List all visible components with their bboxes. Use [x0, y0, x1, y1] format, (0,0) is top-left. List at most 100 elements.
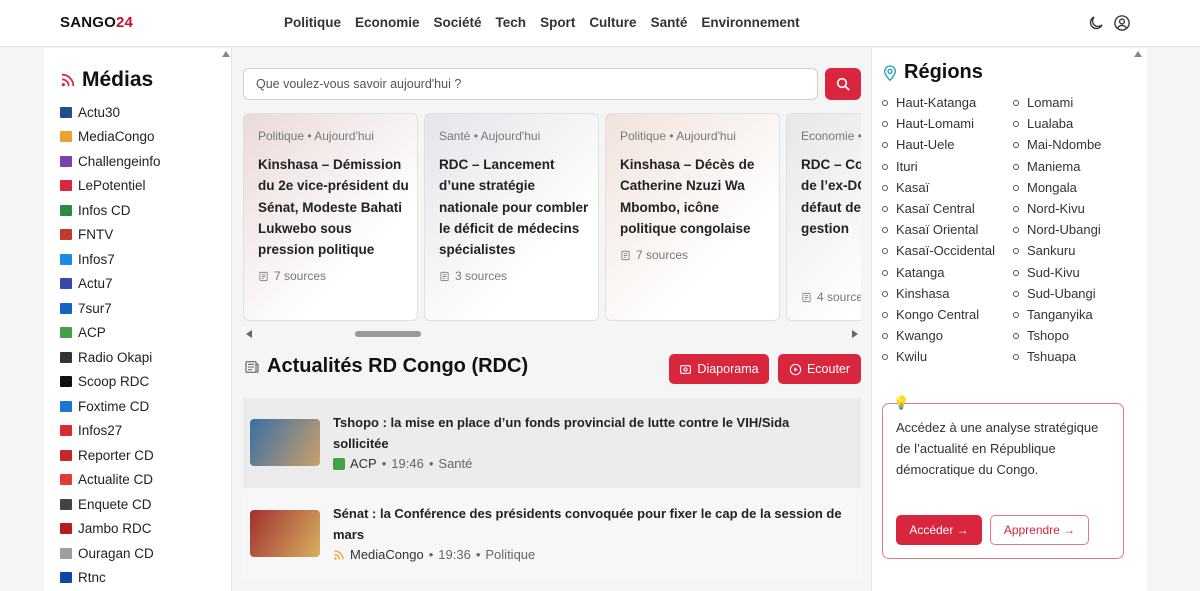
moon-icon[interactable] [1087, 14, 1105, 32]
region-item[interactable]: Mai-Ndombe [1013, 134, 1143, 155]
media-item[interactable]: 7sur7 [60, 296, 230, 321]
region-item[interactable]: Lualaba [1013, 113, 1143, 134]
search-button[interactable] [825, 68, 861, 100]
media-item[interactable]: Infos7 [60, 247, 230, 272]
news-title[interactable]: Sénat : la Conférence des présidents con… [333, 503, 843, 545]
region-item[interactable]: Kasaï-Occidental [882, 240, 1002, 261]
carousel-scrollbar[interactable] [243, 329, 861, 339]
region-item[interactable]: Kasaï Central [882, 198, 1002, 219]
headline-carousel[interactable]: Politique • Aujourd'hui Kinshasa – Démiss… [243, 113, 861, 323]
acceder-button[interactable]: Accéder → [896, 515, 982, 545]
bullet-icon [1013, 100, 1019, 106]
nav-item-politique[interactable]: Politique [284, 15, 341, 30]
news-thumbnail[interactable] [250, 419, 320, 466]
section-title: Actualités RD Congo (RDC) [244, 355, 528, 378]
media-item[interactable]: Foxtime CD [60, 394, 230, 419]
media-label: Foxtime CD [78, 398, 150, 414]
region-label: Haut-Uele [896, 137, 955, 153]
news-row[interactable]: Tshopo : la mise en place d’un fonds pro… [243, 398, 861, 488]
headline-card[interactable]: Politique • Aujourd'hui Kinshasa – Décès … [605, 113, 780, 321]
nav-item-santé[interactable]: Santé [651, 15, 688, 30]
media-item[interactable]: Infos CD [60, 198, 230, 223]
region-item[interactable]: Haut-Lomami [882, 113, 1002, 134]
media-item[interactable]: Ouragan CD [60, 541, 230, 566]
region-item[interactable]: Ituri [882, 156, 1002, 177]
region-item[interactable]: Kinshasa [882, 283, 1002, 304]
media-label: Actu30 [78, 104, 121, 120]
media-item[interactable]: Actu7 [60, 272, 230, 297]
nav-item-société[interactable]: Société [434, 15, 482, 30]
news-thumbnail[interactable] [250, 510, 320, 557]
media-item[interactable]: Jambo RDC [60, 517, 230, 542]
right-scroll-up-arrow[interactable] [1134, 51, 1142, 57]
search-input[interactable] [243, 68, 818, 100]
news-row[interactable]: Sénat : la Conférence des présidents con… [243, 489, 861, 579]
region-item[interactable]: Kasaï [882, 177, 1002, 198]
region-item[interactable]: Kwango [882, 325, 1002, 346]
news-title[interactable]: Tshopo : la mise en place d’un fonds pro… [333, 412, 843, 454]
nav-item-sport[interactable]: Sport [540, 15, 575, 30]
left-scroll-up-arrow[interactable] [222, 51, 230, 57]
region-item[interactable]: Kwilu [882, 346, 1002, 367]
apprendre-button[interactable]: Apprendre → [990, 515, 1089, 545]
region-label: Ituri [896, 158, 918, 174]
card-sources: 3 sources [439, 269, 507, 283]
media-item[interactable]: ACP [60, 321, 230, 346]
media-label: Jambo RDC [78, 521, 152, 537]
region-item[interactable]: Haut-Katanga [882, 92, 1002, 113]
region-item[interactable]: Sud-Kivu [1013, 262, 1143, 283]
media-item[interactable]: Actu30 [60, 100, 230, 125]
media-item[interactable]: Reporter CD [60, 443, 230, 468]
nav-item-economie[interactable]: Economie [355, 15, 420, 30]
main-nav: Politique Economie Société Tech Sport Culture… [284, 15, 800, 30]
media-label: Actualite CD [78, 472, 154, 488]
media-label: FNTV [78, 227, 114, 243]
logo-number: 24 [116, 14, 134, 31]
ecouter-button[interactable]: Ecouter [778, 354, 861, 384]
media-logo-icon [60, 180, 72, 192]
media-item[interactable]: Enquete CD [60, 492, 230, 517]
region-item[interactable]: Tshuapa [1013, 346, 1143, 367]
region-item[interactable]: Tshopo [1013, 325, 1143, 346]
region-item[interactable]: Kongo Central [882, 304, 1002, 325]
region-item[interactable]: Sud-Ubangi [1013, 283, 1143, 304]
region-item[interactable]: Kasaï Oriental [882, 219, 1002, 240]
media-item[interactable]: FNTV [60, 223, 230, 248]
headline-card[interactable]: Santé • Aujourd'hui RDC – Lancement d’une… [424, 113, 599, 321]
region-label: Lualaba [1027, 116, 1074, 132]
media-item[interactable]: Actualite CD [60, 468, 230, 493]
region-item[interactable]: Nord-Ubangi [1013, 219, 1143, 240]
media-label: Challengeinfo [78, 153, 161, 169]
headline-card[interactable]: Politique • Aujourd'hui Kinshasa – Démiss… [243, 113, 418, 321]
scroll-left-arrow[interactable] [246, 330, 252, 338]
region-item[interactable]: Mongala [1013, 177, 1143, 198]
region-item[interactable]: Tanganyika [1013, 304, 1143, 325]
media-item[interactable]: Radio Okapi [60, 345, 230, 370]
user-circle-icon[interactable] [1113, 14, 1131, 32]
region-item[interactable]: Lomami [1013, 92, 1143, 113]
region-item[interactable]: Maniema [1013, 156, 1143, 177]
media-item[interactable]: Infos27 [60, 419, 230, 444]
headline-card[interactable]: Economie • Aujourd'hui RDC – Condamnation… [786, 113, 861, 321]
media-item[interactable]: MediaCongo [60, 125, 230, 150]
media-item[interactable]: LePotentiel [60, 174, 230, 199]
site-logo[interactable]: SANGO24 [60, 14, 133, 31]
carousel-scroll-thumb[interactable] [355, 331, 421, 337]
region-item[interactable]: Haut-Uele [882, 134, 1002, 155]
meta-separator: • [381, 456, 387, 471]
news-category: Politique [485, 547, 536, 562]
diaporama-button[interactable]: Diaporama [669, 354, 769, 384]
nav-item-environnement[interactable]: Environnement [701, 15, 799, 30]
nav-item-culture[interactable]: Culture [589, 15, 636, 30]
region-label: Kwilu [896, 349, 928, 365]
media-item[interactable]: Challengeinfo [60, 149, 230, 174]
region-item[interactable]: Nord-Kivu [1013, 198, 1143, 219]
media-item[interactable]: Rtnc [60, 566, 230, 591]
media-label: Scoop RDC [78, 374, 150, 390]
region-item[interactable]: Katanga [882, 262, 1002, 283]
nav-item-tech[interactable]: Tech [496, 15, 527, 30]
media-item[interactable]: Scoop RDC [60, 370, 230, 395]
news-time: 19:46 [391, 456, 424, 471]
scroll-right-arrow[interactable] [852, 330, 858, 338]
region-item[interactable]: Sankuru [1013, 240, 1143, 261]
